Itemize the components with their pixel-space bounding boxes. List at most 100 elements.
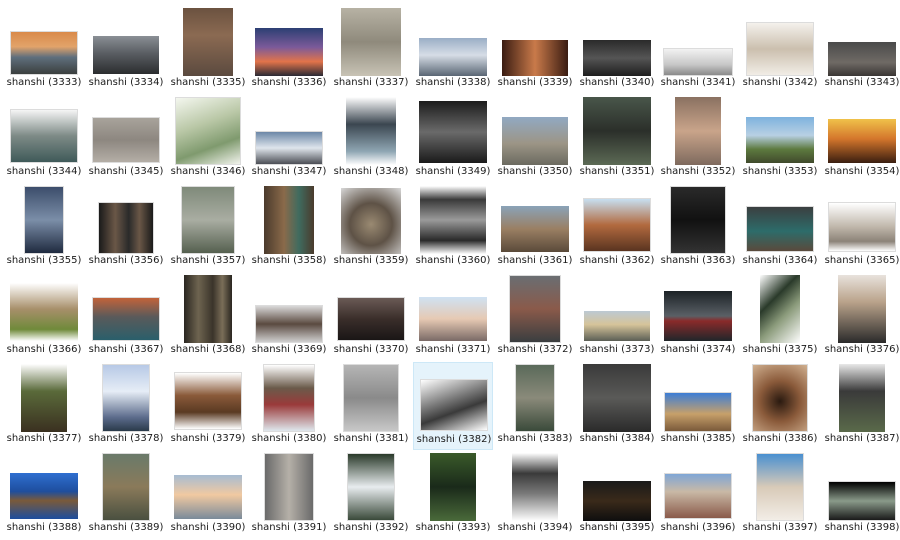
file-item[interactable]: shanshi (3373) [577, 273, 657, 361]
file-item[interactable]: shanshi (3352) [658, 95, 738, 183]
file-item[interactable]: shanshi (3377) [4, 362, 84, 450]
file-thumbnail [664, 291, 732, 341]
file-item[interactable]: shanshi (3324) [168, 0, 248, 4]
file-thumbnail [419, 101, 487, 163]
file-grid: shanshi (3322)shanshi (3323)shanshi (332… [0, 0, 900, 540]
file-item[interactable]: shanshi (3359) [331, 184, 411, 272]
file-item[interactable]: shanshi (3383) [495, 362, 575, 450]
file-item[interactable]: shanshi (3394) [495, 451, 575, 539]
file-item[interactable]: shanshi (3389) [86, 451, 166, 539]
file-item[interactable]: shanshi (3379) [168, 362, 248, 450]
file-item[interactable]: shanshi (3331) [740, 0, 820, 4]
file-item[interactable]: shanshi (3354) [822, 95, 900, 183]
file-item[interactable]: shanshi (3387) [822, 362, 900, 450]
file-item[interactable]: shanshi (3396) [658, 451, 738, 539]
file-item[interactable]: shanshi (3332) [822, 0, 900, 4]
file-item[interactable]: shanshi (3341) [658, 6, 738, 94]
file-item[interactable]: shanshi (3337) [331, 6, 411, 94]
file-item[interactable]: shanshi (3388) [4, 451, 84, 539]
file-item[interactable]: shanshi (3348) [331, 95, 411, 183]
file-item[interactable]: shanshi (3360) [413, 184, 493, 272]
file-item[interactable]: shanshi (3380) [249, 362, 329, 450]
file-item[interactable]: shanshi (3351) [577, 95, 657, 183]
file-item[interactable]: shanshi (3398) [822, 451, 900, 539]
file-item[interactable]: shanshi (3367) [86, 273, 166, 361]
file-item[interactable]: shanshi (3340) [577, 6, 657, 94]
file-item[interactable]: shanshi (3327) [413, 0, 493, 4]
file-name-label: shanshi (3386) [742, 433, 818, 444]
file-item[interactable]: shanshi (3384) [577, 362, 657, 450]
file-name-label: shanshi (3352) [660, 166, 736, 177]
file-item[interactable]: shanshi (3344) [4, 95, 84, 183]
file-item[interactable]: shanshi (3361) [495, 184, 575, 272]
file-item[interactable]: shanshi (3353) [740, 95, 820, 183]
file-item[interactable]: shanshi (3358) [249, 184, 329, 272]
file-item[interactable]: shanshi (3355) [4, 184, 84, 272]
file-name-label: shanshi (3343) [824, 77, 900, 88]
file-item[interactable]: shanshi (3395) [577, 451, 657, 539]
file-item[interactable]: shanshi (3349) [413, 95, 493, 183]
file-item[interactable]: shanshi (3350) [495, 95, 575, 183]
file-item[interactable]: shanshi (3335) [168, 6, 248, 94]
file-item[interactable]: shanshi (3356) [86, 184, 166, 272]
file-item[interactable]: shanshi (3328) [495, 0, 575, 4]
file-item[interactable]: shanshi (3339) [495, 6, 575, 94]
file-item[interactable]: shanshi (3357) [168, 184, 248, 272]
file-name-label: shanshi (3334) [88, 77, 164, 88]
file-item[interactable]: shanshi (3329) [577, 0, 657, 4]
file-item[interactable]: shanshi (3372) [495, 273, 575, 361]
file-item[interactable]: shanshi (3381) [331, 362, 411, 450]
file-item[interactable]: shanshi (3342) [740, 6, 820, 94]
file-item[interactable]: shanshi (3347) [249, 95, 329, 183]
file-item[interactable]: shanshi (3397) [740, 451, 820, 539]
file-item[interactable]: shanshi (3391) [249, 451, 329, 539]
file-item[interactable]: shanshi (3376) [822, 273, 900, 361]
file-item[interactable]: shanshi (3362) [577, 184, 657, 272]
file-item[interactable]: shanshi (3390) [168, 451, 248, 539]
file-thumbnail [663, 48, 733, 76]
file-item[interactable]: shanshi (3326) [331, 0, 411, 4]
file-thumbnail [347, 453, 395, 521]
file-name-label: shanshi (3347) [251, 166, 327, 177]
file-item[interactable]: shanshi (3338) [413, 6, 493, 94]
file-item[interactable]: shanshi (3330) [658, 0, 738, 4]
file-name-label: shanshi (3356) [88, 255, 164, 266]
file-name-label: shanshi (3373) [579, 344, 655, 355]
file-item[interactable]: shanshi (3393) [413, 451, 493, 539]
file-item[interactable]: shanshi (3346) [168, 95, 248, 183]
file-thumbnail [10, 473, 78, 519]
file-item[interactable]: shanshi (3345) [86, 95, 166, 183]
file-item[interactable]: shanshi (3378) [86, 362, 166, 450]
file-name-label: shanshi (3369) [251, 344, 327, 355]
file-item[interactable]: shanshi (3333) [4, 6, 84, 94]
file-thumbnail [255, 28, 323, 76]
file-item[interactable]: shanshi (3368) [168, 273, 248, 361]
file-thumbnail [98, 202, 154, 254]
file-item[interactable]: shanshi (3370) [331, 273, 411, 361]
file-item[interactable]: shanshi (3323) [86, 0, 166, 4]
file-item[interactable]: shanshi (3336) [249, 6, 329, 94]
file-item[interactable]: shanshi (3334) [86, 6, 166, 94]
file-thumbnail [420, 186, 486, 254]
file-item[interactable]: shanshi (3382) [413, 362, 493, 450]
file-item[interactable]: shanshi (3322) [4, 0, 84, 4]
file-item[interactable]: shanshi (3371) [413, 273, 493, 361]
file-item[interactable]: shanshi (3343) [822, 6, 900, 94]
file-thumbnail [10, 31, 78, 75]
file-item[interactable]: shanshi (3385) [658, 362, 738, 450]
file-item[interactable]: shanshi (3325) [249, 0, 329, 4]
file-item[interactable]: shanshi (3369) [249, 273, 329, 361]
file-item[interactable]: shanshi (3364) [740, 184, 820, 272]
file-item[interactable]: shanshi (3392) [331, 451, 411, 539]
file-thumbnail [583, 97, 651, 165]
file-name-label: shanshi (3355) [6, 255, 82, 266]
file-thumbnail [583, 40, 651, 76]
file-item[interactable]: shanshi (3386) [740, 362, 820, 450]
file-name-label: shanshi (3360) [415, 255, 491, 266]
file-item[interactable]: shanshi (3363) [658, 184, 738, 272]
file-item[interactable]: shanshi (3374) [658, 273, 738, 361]
file-item[interactable]: shanshi (3365) [822, 184, 900, 272]
file-item[interactable]: shanshi (3375) [740, 273, 820, 361]
file-thumbnail [175, 97, 241, 165]
file-item[interactable]: shanshi (3366) [4, 273, 84, 361]
